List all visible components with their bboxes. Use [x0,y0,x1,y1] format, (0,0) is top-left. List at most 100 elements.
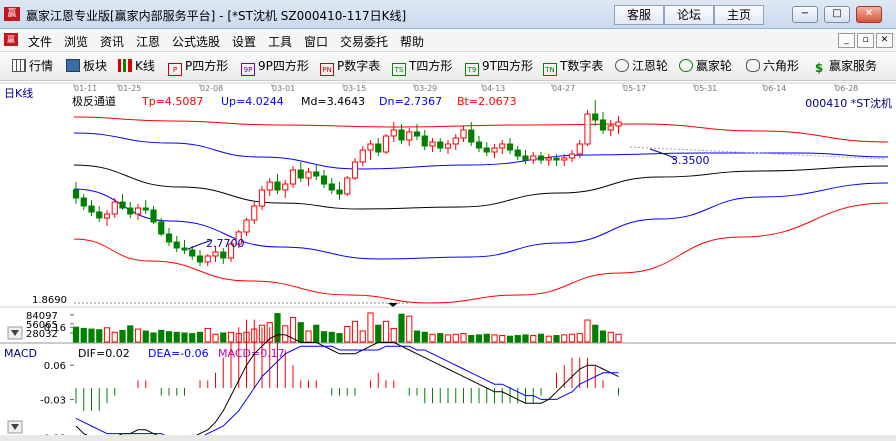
candle-body [499,143,506,149]
volume-bar [584,319,591,343]
menu-gann[interactable]: 江恩 [136,33,160,50]
toolbar-p-number-table[interactable]: PN P数字表 [320,58,380,76]
candlestick-icon [118,59,132,72]
toolbar-quotes[interactable]: 行情 [12,58,53,74]
wheel-icon [615,59,629,72]
bottom-price-label: 1.8690 [32,295,67,306]
menu-file[interactable]: 文件 [28,33,52,50]
date-tick-label: 03-15 [343,84,366,93]
candle-body [103,213,111,219]
legend-md: Md=3.4643 [301,95,365,108]
candle-body [165,233,173,243]
candle-body [158,221,165,235]
toolbar-sector[interactable]: 板块 [66,58,107,74]
toolbar-kline[interactable]: K线 [118,58,155,74]
menu-trade[interactable]: 交易委托 [340,33,388,50]
candle-body [530,155,537,161]
bottom-tab-strip [0,435,896,441]
volume-bar [537,333,545,343]
candle-body [274,181,281,191]
toolbar-hexagon[interactable]: 六角形 [746,58,799,74]
customer-service-button[interactable]: 客服 [614,5,664,25]
sector-icon [66,59,80,72]
toolbar-winner-wheel[interactable]: 赢家轮 [679,58,732,74]
volume-bar [452,333,459,343]
date-tick-label: 04-27 [552,84,575,93]
candle-body [320,175,328,185]
legend-tp: Tp=4.5087 [141,95,203,108]
app-logo-icon: 赢 [4,7,20,21]
candle-body [483,147,490,153]
volume-bar [398,313,405,343]
toolbar-gann-wheel[interactable]: 江恩轮 [615,58,668,74]
date-tick-label: 01-11 [74,84,97,93]
close-button[interactable]: ✕ [856,6,882,23]
menu-help[interactable]: 帮助 [400,33,424,50]
homepage-button[interactable]: 主页 [714,5,764,25]
high-annotation: 3.3500 [671,154,710,167]
toolbar-p-square[interactable]: P P四方形 [168,58,228,76]
candle-body [468,129,475,143]
low-annotation: 2.7700 [206,237,245,250]
candle-body [375,143,382,153]
menu-tools[interactable]: 工具 [268,33,292,50]
candle-body [72,189,80,199]
candle-body [545,157,552,161]
candle-body [127,207,134,215]
volume-bar [475,334,483,343]
toolbar-winner-service[interactable]: $ 赢家服务 [812,58,877,74]
menu-info[interactable]: 资讯 [100,33,124,50]
forum-button[interactable]: 论坛 [664,5,714,25]
hexagon-icon [746,59,760,72]
volume-bar [103,327,111,343]
volume-bar [553,335,560,343]
mdi-close-button[interactable]: ✕ [876,33,893,48]
volume-bar [204,327,211,343]
candle-body [212,251,219,257]
candle-body [460,129,467,139]
mdi-restore-button[interactable]: ▫ [857,33,874,48]
menu-browse[interactable]: 浏览 [64,33,88,50]
volume-bar [530,335,537,343]
volume-bar [320,331,328,343]
minimize-button[interactable]: − [792,6,818,23]
candle-body [406,131,413,141]
maximize-button[interactable]: □ [824,6,850,23]
volume-bar [506,335,514,343]
candle-body [584,113,591,145]
volume-bar [127,325,134,343]
menu-window[interactable]: 窗口 [304,33,328,50]
p-number-table-icon: PN [320,63,334,76]
candle-body [150,209,157,223]
volume-bar [282,325,289,343]
legend-up: Up=4.0244 [221,95,284,108]
date-tick-label: 04-13 [482,84,505,93]
date-tick-label: 02-08 [200,84,223,93]
volume-bar [615,333,622,343]
toolbar-t-number-table[interactable]: TN T数字表 [543,58,603,76]
volume-bar [382,320,390,343]
candle-body [452,137,459,145]
candle-body [80,197,87,207]
date-tick-label: 03-29 [414,84,437,93]
t-square-icon: TS [392,63,406,76]
candle-body [522,155,529,161]
toolbar-9p-square[interactable]: 9P 9P四方形 [241,58,309,76]
mdi-minimize-button[interactable]: _ [838,33,855,48]
volume-bar [514,335,521,343]
candle-body [615,121,622,127]
volume-bar [483,333,490,343]
toolbar-9t-square[interactable]: T9 9T四方形 [465,58,533,76]
menu-settings[interactable]: 设置 [232,33,256,50]
toolbar-t-square[interactable]: TS T四方形 [392,58,452,76]
volume-bar [460,333,467,343]
volume-bar [158,329,165,343]
chart-area[interactable]: 01-11 01-25 02-08 03-01 03-15 03-29 04-13 04-27… [0,81,896,441]
volume-bar [429,333,436,343]
menu-formula-screener[interactable]: 公式选股 [172,33,220,50]
indicator-name: 极反通道 [72,94,116,108]
candle-body [88,205,95,213]
candle-body [576,143,583,155]
candle-body [220,251,227,259]
volume-bar [150,332,157,343]
